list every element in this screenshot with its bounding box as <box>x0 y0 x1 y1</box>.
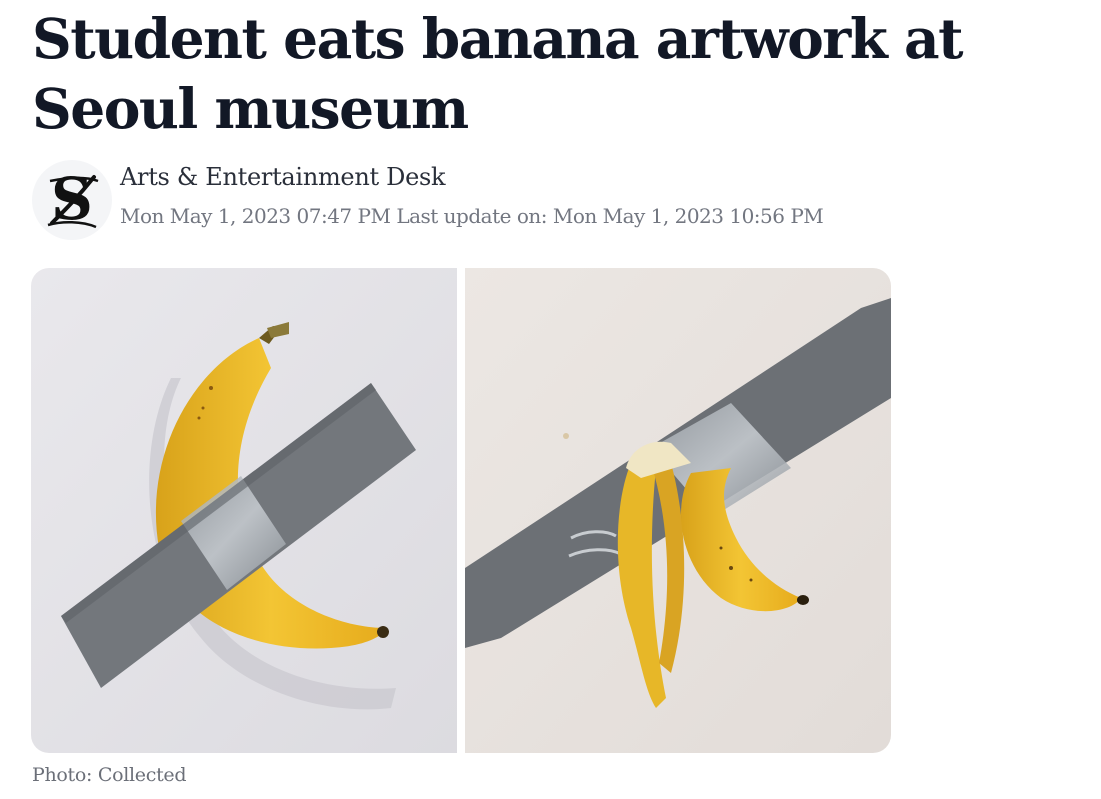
updated-date: Mon May 1, 2023 10:56 PM <box>552 204 824 228</box>
photo-left-panel <box>31 268 457 753</box>
article-photo <box>31 268 891 753</box>
author-link[interactable]: Arts & Entertainment Desk <box>120 163 446 191</box>
publisher-logo-icon[interactable]: S <box>32 160 112 240</box>
article-headline: Student eats banana artwork at Seoul mus… <box>32 6 964 141</box>
photo-caption: Photo: Collected <box>32 764 187 786</box>
photo-right-panel <box>465 268 891 753</box>
updated-prefix: Last update on: <box>396 204 547 228</box>
byline: S Arts & Entertainment Desk Mon May 1, 2… <box>32 160 1032 240</box>
publish-dates: Mon May 1, 2023 07:47 PM Last update on:… <box>120 204 824 228</box>
published-date: Mon May 1, 2023 07:47 PM <box>120 204 391 228</box>
